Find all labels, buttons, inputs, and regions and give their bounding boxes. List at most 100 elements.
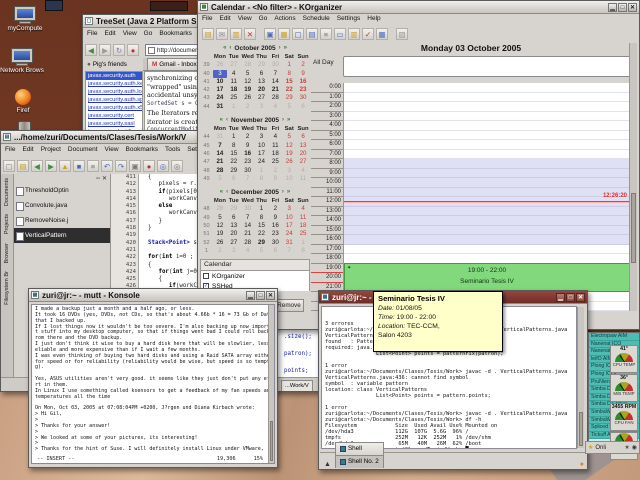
day-cell[interactable]: 7 (268, 70, 282, 78)
next-month-icon[interactable]: › (279, 43, 281, 53)
menu-view[interactable]: View (105, 146, 119, 156)
day-cell[interactable]: 6 (268, 247, 282, 255)
day-cell[interactable]: 7 (282, 247, 296, 255)
editor-file-tab[interactable]: ...Work/V (281, 380, 313, 391)
undo-icon[interactable]: ↶ (101, 160, 113, 172)
day-cell[interactable]: 29 (255, 239, 269, 247)
agenda-row[interactable] (344, 121, 631, 131)
next-days-view-icon[interactable]: ▤ (306, 27, 318, 40)
back-icon[interactable]: ◀ (85, 44, 97, 56)
day-cell[interactable]: 3 (213, 69, 227, 78)
day-cell[interactable]: 31 (213, 133, 227, 141)
day-cell[interactable]: 1 (255, 205, 269, 213)
day-cell[interactable]: 2 (268, 167, 282, 175)
file-list-item[interactable]: Convolute.java (14, 198, 110, 213)
print-icon[interactable]: ≡ (87, 160, 99, 172)
work-week-view-icon[interactable]: ▦ (278, 27, 290, 40)
up-icon[interactable]: ▲ (59, 160, 71, 172)
day-cell[interactable]: 14 (213, 150, 227, 158)
day-cell[interactable]: 22 (282, 86, 296, 94)
next-month-icon[interactable]: › (282, 187, 284, 197)
all-day-area[interactable] (343, 56, 631, 77)
menu-edit[interactable]: Edit (104, 30, 115, 39)
day-cell[interactable]: 16 (241, 150, 255, 158)
day-cell[interactable]: 7 (241, 214, 255, 222)
day-cell[interactable]: 20 (255, 86, 269, 94)
day-cell[interactable]: 15 (255, 222, 269, 230)
day-cell[interactable]: 4 (296, 205, 310, 213)
agenda-row[interactable] (344, 140, 631, 150)
day-cell[interactable]: 13 (296, 142, 310, 150)
day-cell[interactable]: 24 (255, 158, 269, 166)
close-button[interactable]: ✕ (628, 2, 637, 12)
day-cell[interactable]: 26 (282, 158, 296, 166)
menu-help[interactable]: Help (367, 15, 380, 24)
stop-icon[interactable]: ● (127, 44, 139, 56)
day-cell[interactable]: 3 (282, 167, 296, 175)
menu-project[interactable]: Project (41, 146, 61, 156)
day-cell[interactable]: 30 (268, 239, 282, 247)
day-cell[interactable]: 9 (241, 142, 255, 150)
day-view-icon[interactable]: ▣ (264, 27, 276, 40)
day-cell[interactable]: 18 (296, 222, 310, 230)
tab-shell-no-2[interactable]: Shell No. 2 (334, 455, 384, 468)
minimize-button[interactable]: ▁ (556, 292, 565, 302)
menu-file[interactable]: File (202, 15, 212, 24)
list-view-icon[interactable]: ≡ (320, 27, 332, 40)
new-email-icon[interactable]: ✉ (216, 27, 228, 40)
day-cell[interactable]: 29 (255, 61, 269, 69)
day-cell[interactable]: 5 (255, 247, 269, 255)
sidebar-header[interactable]: ● Pig's friends (85, 58, 143, 71)
menu-go[interactable]: Go (144, 30, 153, 39)
day-cell[interactable]: 24 (282, 230, 296, 238)
day-cell[interactable]: 15 (227, 150, 241, 158)
day-cell[interactable]: 28 (213, 167, 227, 175)
event-seminario-tesis[interactable]: ✦ 19:00 - 22:00 Seminario Tesis IV (344, 263, 630, 292)
menu-bookmarks[interactable]: Bookmarks (159, 30, 192, 39)
day-cell[interactable]: 4 (268, 103, 282, 111)
menu-schedule[interactable]: Schedule (303, 15, 330, 24)
day-cell[interactable]: 25 (296, 230, 310, 238)
desktop-icon-network-browser[interactable]: Network Brows (0, 48, 44, 74)
agenda-row[interactable] (344, 130, 631, 140)
day-cell[interactable]: 19 (282, 150, 296, 158)
agenda-row[interactable] (344, 178, 631, 188)
new-file-icon[interactable]: ▢ (3, 160, 15, 172)
day-cell[interactable]: 30 (296, 94, 310, 102)
day-cell[interactable]: 23 (296, 86, 310, 94)
sidebar-link[interactable]: javax.security.auth.spi (86, 96, 142, 104)
day-cell[interactable]: 25 (268, 158, 282, 166)
desktop-icon-firefox[interactable]: Firef (1, 88, 45, 114)
day-cell[interactable]: 30 (241, 167, 255, 175)
day-cell[interactable]: 26 (241, 94, 255, 102)
day-cell[interactable]: 6 (227, 175, 241, 183)
star-icon[interactable]: ★ (624, 444, 629, 451)
reload-icon[interactable]: ↻ (113, 44, 125, 56)
find-icon[interactable]: ◎ (157, 160, 169, 172)
menu-actions[interactable]: Actions (274, 15, 295, 24)
day-cell[interactable]: 21 (268, 86, 282, 94)
day-cell[interactable]: 9 (268, 214, 282, 222)
contact-item[interactable]: Electropaw AIM (589, 333, 639, 341)
file-list-item[interactable]: ThresholdOptin (14, 183, 110, 198)
day-cell[interactable]: 20 (296, 150, 310, 158)
prev-year-icon[interactable]: « (223, 43, 226, 53)
month-view-icon[interactable]: ▭ (334, 27, 346, 40)
day-cell[interactable]: 22 (227, 158, 241, 166)
menu-bookmarks[interactable]: Bookmarks (126, 146, 159, 156)
day-cell[interactable]: 1 (282, 61, 296, 69)
day-cell[interactable]: 11 (268, 142, 282, 150)
day-cell[interactable]: 30 (241, 205, 255, 213)
partial-desktop-icon[interactable] (150, 1, 188, 11)
day-cell[interactable]: 27 (227, 239, 241, 247)
agenda-view-icon[interactable]: ▦ (376, 27, 388, 40)
partial-desktop-icon[interactable] (45, 0, 63, 11)
day-cell[interactable]: 21 (241, 230, 255, 238)
copy-icon[interactable]: ▣ (129, 160, 141, 172)
open-file-icon[interactable]: ▤ (17, 160, 29, 172)
agenda-row[interactable] (344, 216, 631, 226)
next-year-icon[interactable]: » (287, 187, 290, 197)
minimize-button[interactable]: ▁ (246, 290, 255, 300)
day-cell[interactable]: 10 (255, 142, 269, 150)
day-cell[interactable]: 23 (241, 158, 255, 166)
